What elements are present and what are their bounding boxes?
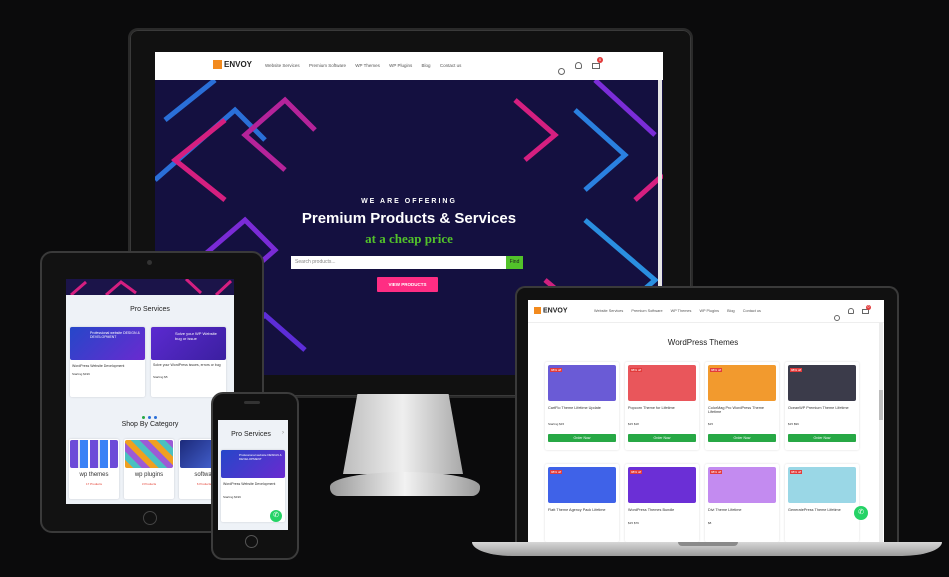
hero-search-button[interactable]: Find xyxy=(506,256,523,269)
tablet-camera xyxy=(147,260,152,265)
product-card[interactable]: 98% off CartFlo Theme Lifetime Update St… xyxy=(545,362,619,450)
nav-premium-software[interactable]: Premium Software xyxy=(631,309,662,313)
hero-headline: Premium Products & Services xyxy=(301,210,517,227)
nav-wp-themes[interactable]: WP Themes xyxy=(671,309,692,313)
monitor-stand xyxy=(343,394,463,474)
product-card[interactable]: 98% off ColorMag Pro WordPress Theme Lif… xyxy=(705,362,779,450)
hero-overline: WE ARE OFFERING xyxy=(361,198,457,205)
nav-wp-themes[interactable]: WP Themes xyxy=(355,63,380,68)
nav-blog[interactable]: Blog xyxy=(422,63,431,68)
category-wp-plugins[interactable]: wp plugins 3 Products xyxy=(124,439,174,499)
product-card[interactable]: 98% off WordPress Themes Bundle $15 $79 xyxy=(625,464,699,542)
hero-search-input[interactable]: Search products... xyxy=(291,256,506,269)
scrollbar[interactable] xyxy=(879,322,883,542)
phone-home-button[interactable] xyxy=(245,535,258,548)
view-products-button[interactable]: VIEW PRODUCTS xyxy=(377,277,438,292)
nav-website-services[interactable]: Website Services xyxy=(594,309,623,313)
nav-contact[interactable]: Contact us xyxy=(440,63,462,68)
nav-contact[interactable]: Contact us xyxy=(743,309,761,313)
laptop-header: ENVOY Website Services Premium Software … xyxy=(528,300,884,323)
phone-speaker xyxy=(244,401,260,404)
nav-premium-software[interactable]: Premium Software xyxy=(309,63,346,68)
tablet-card-2[interactable]: Solve your WP Website bug or issue Solve… xyxy=(151,327,226,397)
product-card[interactable]: 98% off Flatt Theme Agency Pack Lifetime xyxy=(545,464,619,542)
whatsapp-icon[interactable]: ✆ xyxy=(854,506,868,520)
chevron-right-icon[interactable]: › xyxy=(282,430,284,436)
order-now-button[interactable]: Order Now xyxy=(708,434,776,442)
laptop-screen: ENVOY Website Services Premium Software … xyxy=(528,300,884,542)
nav-website-services[interactable]: Website Services xyxy=(265,63,300,68)
laptop-notch xyxy=(678,542,738,546)
search-icon[interactable] xyxy=(834,308,840,326)
user-icon[interactable] xyxy=(848,308,854,314)
shop-by-category-title: Shop By Category xyxy=(121,421,179,428)
search-icon[interactable] xyxy=(558,62,565,80)
order-now-button[interactable]: Order Now xyxy=(788,434,856,442)
cart-icon[interactable] xyxy=(592,63,600,69)
whatsapp-icon[interactable]: ✆ xyxy=(270,510,282,522)
phone-pro-services-title: Pro Services xyxy=(231,431,271,438)
cart-count-badge: 0 xyxy=(866,305,871,310)
cart-count-badge: 0 xyxy=(597,57,603,63)
phone-screen: Pro Services › Professional website DESI… xyxy=(218,420,288,530)
wordpress-themes-title: WordPress Themes xyxy=(667,338,739,347)
logo-icon xyxy=(213,60,222,70)
nav-wp-plugins[interactable]: WP Plugins xyxy=(699,309,719,313)
category-wp-themes[interactable]: wp themes 17 Products xyxy=(69,439,119,499)
tablet-pro-services-title: Pro Services xyxy=(130,306,170,313)
scrollbar-thumb[interactable] xyxy=(879,390,883,420)
laptop-logo[interactable]: ENVOY xyxy=(534,307,568,314)
monitor-stand-base xyxy=(330,472,480,496)
tablet-screen: Pro Services Professional website DESIGN… xyxy=(66,279,234,504)
logo-icon xyxy=(534,307,541,314)
product-card[interactable]: 98% off GeneratePress Theme Lifetime xyxy=(785,464,859,542)
main-nav: Website Services Premium Software WP The… xyxy=(265,63,461,68)
tablet-home-button[interactable] xyxy=(143,511,157,525)
tablet-hero-strip xyxy=(66,279,234,297)
laptop-nav: Website Services Premium Software WP The… xyxy=(594,309,761,313)
nav-blog[interactable]: Blog xyxy=(727,309,735,313)
product-card[interactable]: 98% off Divi Theme Lifetime $8 xyxy=(705,464,779,542)
logo[interactable]: ENVOY xyxy=(213,60,252,70)
user-icon[interactable] xyxy=(575,62,582,69)
product-card[interactable]: 98% off Popcorn Theme for Lifetime $15 $… xyxy=(625,362,699,450)
tablet-card-1[interactable]: Professional website DESIGN & DEVELOPMEN… xyxy=(70,327,145,397)
order-now-button[interactable]: Order Now xyxy=(628,434,696,442)
product-card[interactable]: 98% off OceanWP Premium Theme Lifetime $… xyxy=(785,362,859,450)
site-header: ENVOY Website Services Premium Software … xyxy=(155,52,663,81)
order-now-button[interactable]: Order Now xyxy=(548,434,616,442)
nav-wp-plugins[interactable]: WP Plugins xyxy=(389,63,412,68)
hero-subheadline: at a cheap price xyxy=(365,231,453,246)
